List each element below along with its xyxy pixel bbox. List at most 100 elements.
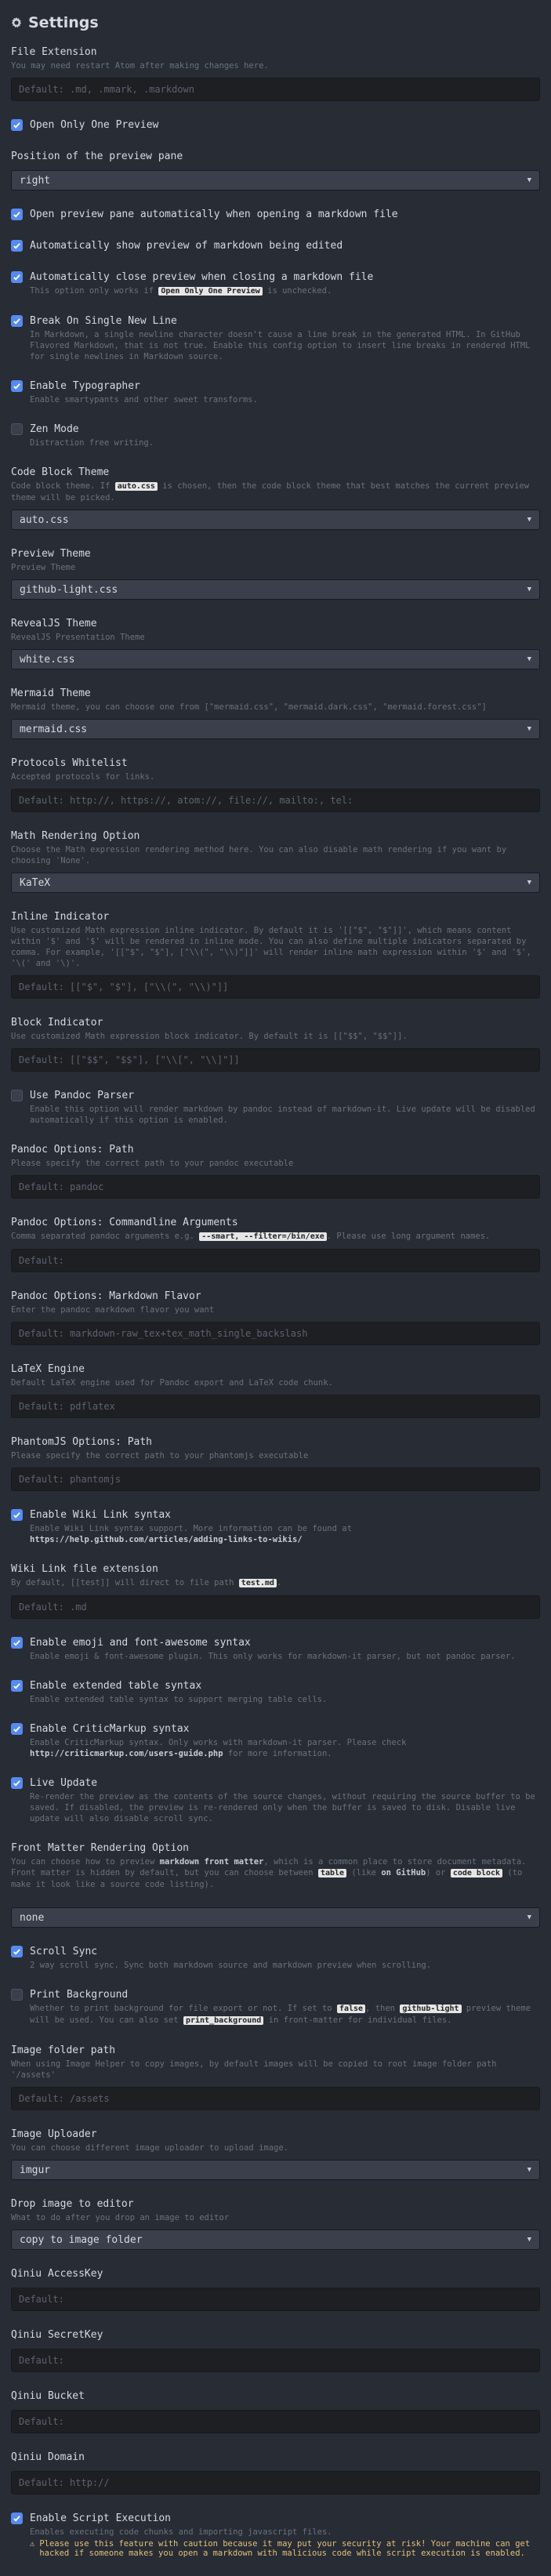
setting-description: Please specify the correct path to your …	[11, 1451, 309, 1460]
setting-description: Enter the pandoc markdown flavor you wan…	[11, 1305, 215, 1315]
qiniu-accesskey-input[interactable]	[11, 2288, 540, 2311]
setting-qiniu-bucket: Qiniu Bucket	[11, 2389, 540, 2433]
checkbox[interactable]	[11, 1680, 23, 1692]
setting-description: You can choose how to preview markdown f…	[11, 1857, 527, 1889]
setting-emoji: Enable emoji and font-awesome syntax Ena…	[11, 1636, 540, 1662]
block-indicator-input[interactable]	[11, 1048, 540, 1072]
setting-label: Code Block Theme	[11, 466, 110, 478]
setting-pandoc-flavor: Pandoc Options: Markdown Flavor Enter th…	[11, 1290, 540, 1345]
checkbox[interactable]	[11, 1723, 23, 1735]
qiniu-bucket-input[interactable]	[11, 2410, 540, 2433]
setting-criticmarkup: Enable CriticMarkup syntax Enable Critic…	[11, 1722, 540, 1759]
protocols-whitelist-input[interactable]	[11, 789, 540, 812]
image-uploader-select[interactable]: imgur ▼	[11, 2160, 540, 2180]
mermaid-theme-select[interactable]: mermaid.css ▼	[11, 719, 540, 739]
latex-engine-input[interactable]	[11, 1395, 540, 1418]
setting-label: Pandoc Options: Commandline Arguments	[11, 1217, 238, 1228]
setting-label: Pandoc Options: Path	[11, 1144, 134, 1156]
chevron-down-icon: ▼	[527, 655, 531, 663]
checkbox[interactable]	[11, 315, 23, 327]
drop-image-select[interactable]: copy to image folder ▼	[11, 2230, 540, 2250]
setting-extended-table: Enable extended table syntax Enable exte…	[11, 1679, 540, 1705]
pandoc-flavor-input[interactable]	[11, 1322, 540, 1345]
setting-auto-close-preview: Automatically close preview when closing…	[11, 270, 540, 297]
checkbox[interactable]	[11, 380, 23, 392]
setting-description: Re-render the preview as the contents of…	[30, 1792, 535, 1823]
setting-description: 2 way scroll sync. Sync both markdown so…	[30, 1961, 432, 1970]
checkbox[interactable]	[11, 1090, 23, 1101]
wiki-link-ext-input[interactable]	[11, 1595, 540, 1619]
setting-wiki-link-syntax: Enable Wiki Link syntax Enable Wiki Link…	[11, 1508, 540, 1545]
pandoc-args-input[interactable]	[11, 1249, 540, 1272]
front-matter-select[interactable]: none ▼	[11, 1907, 540, 1928]
setting-revealjs-theme: RevealJS Theme RevealJS Presentation The…	[11, 617, 540, 669]
checkbox[interactable]	[11, 1777, 23, 1789]
setting-qiniu-accesskey: Qiniu AccessKey	[11, 2267, 540, 2311]
checkbox[interactable]	[11, 119, 23, 131]
setting-label: Qiniu Bucket	[11, 2390, 85, 2402]
setting-label: Live Update	[30, 1777, 98, 1789]
image-folder-input[interactable]	[11, 2087, 540, 2110]
setting-description: Enable this option will render markdown …	[30, 1105, 535, 1125]
wiki-link-url[interactable]: https://help.github.com/articles/adding-…	[30, 1535, 303, 1544]
inline-indicator-input[interactable]	[11, 975, 540, 999]
setting-description: By default, [[test]] will direct to file…	[11, 1578, 282, 1587]
setting-label: File Extension	[11, 46, 97, 58]
setting-description: Default LaTeX engine used for Pandoc exp…	[11, 1378, 333, 1388]
setting-wiki-link-ext: Wiki Link file extension By default, [[t…	[11, 1562, 540, 1619]
setting-mermaid-theme: Mermaid Theme Mermaid theme, you can cho…	[11, 687, 540, 739]
checkbox[interactable]	[11, 1637, 23, 1649]
setting-label: Position of the preview pane	[11, 151, 183, 162]
checkbox[interactable]	[11, 240, 23, 252]
setting-label: Automatically close preview when closing…	[30, 271, 374, 283]
setting-live-update: Live Update Re-render the preview as the…	[11, 1776, 540, 1824]
checkbox[interactable]	[11, 209, 23, 220]
setting-description: Whether to print background for file exp…	[30, 2004, 531, 2025]
select-value: none	[20, 1911, 45, 1924]
setting-label: Qiniu SecretKey	[11, 2329, 103, 2341]
preview-position-select[interactable]: right ▼	[11, 170, 540, 190]
setting-pandoc-args: Pandoc Options: Commandline Arguments Co…	[11, 1216, 540, 1272]
setting-inline-indicator: Inline Indicator Use customized Math exp…	[11, 910, 540, 999]
setting-phantomjs-path: PhantomJS Options: Path Please specify t…	[11, 1435, 540, 1491]
code-block-theme-select[interactable]: auto.css ▼	[11, 510, 540, 530]
setting-description: Enable Wiki Link syntax support. More in…	[30, 1524, 352, 1544]
setting-description: Preview Theme	[11, 563, 76, 572]
qiniu-secretkey-input[interactable]	[11, 2349, 540, 2372]
select-value: imgur	[20, 2164, 51, 2176]
chevron-down-icon: ▼	[527, 2166, 531, 2174]
file-extension-input[interactable]	[11, 78, 540, 101]
setting-front-matter: Front Matter Rendering Option You can ch…	[11, 1841, 540, 1928]
setting-label: Block Indicator	[11, 1017, 103, 1029]
setting-label: Scroll Sync	[30, 1946, 98, 1957]
setting-label: Inline Indicator	[11, 911, 110, 923]
gear-icon	[11, 17, 22, 28]
select-value: right	[20, 174, 51, 187]
phantomjs-path-input[interactable]	[11, 1468, 540, 1491]
setting-label: RevealJS Theme	[11, 618, 97, 629]
revealjs-theme-select[interactable]: white.css ▼	[11, 649, 540, 669]
setting-label: Image Uploader	[11, 2128, 97, 2140]
setting-description: Distraction free writing.	[30, 438, 154, 448]
setting-label: PhantomJS Options: Path	[11, 1436, 153, 1448]
setting-description: You can choose different image uploader …	[11, 2143, 289, 2153]
math-rendering-select[interactable]: KaTeX ▼	[11, 873, 540, 893]
checkbox[interactable]	[11, 423, 23, 435]
checkbox[interactable]	[11, 1946, 23, 1957]
setting-description: Please specify the correct path to your …	[11, 1159, 294, 1168]
checkbox[interactable]	[11, 1509, 23, 1521]
checkbox[interactable]	[11, 271, 23, 283]
pandoc-path-input[interactable]	[11, 1175, 540, 1199]
setting-description: Comma separated pandoc arguments e.g. --…	[11, 1232, 491, 1241]
setting-pandoc-parser: Use Pandoc Parser Enable this option wil…	[11, 1089, 540, 1126]
criticmarkup-link[interactable]: http://criticmarkup.com/users-guide.php	[30, 1749, 223, 1758]
setting-description: Mermaid theme, you can choose one from […	[11, 702, 487, 712]
setting-description: Enable emoji & font-awesome plugin. This…	[30, 1652, 516, 1661]
qiniu-domain-input[interactable]	[11, 2471, 540, 2494]
checkbox[interactable]	[11, 2513, 23, 2524]
setting-label: LaTeX Engine	[11, 1363, 85, 1375]
checkbox[interactable]	[11, 1989, 23, 2001]
setting-description: You may need restart Atom after making c…	[11, 61, 269, 71]
preview-theme-select[interactable]: github-light.css ▼	[11, 579, 540, 600]
setting-label: Drop image to editor	[11, 2198, 134, 2210]
